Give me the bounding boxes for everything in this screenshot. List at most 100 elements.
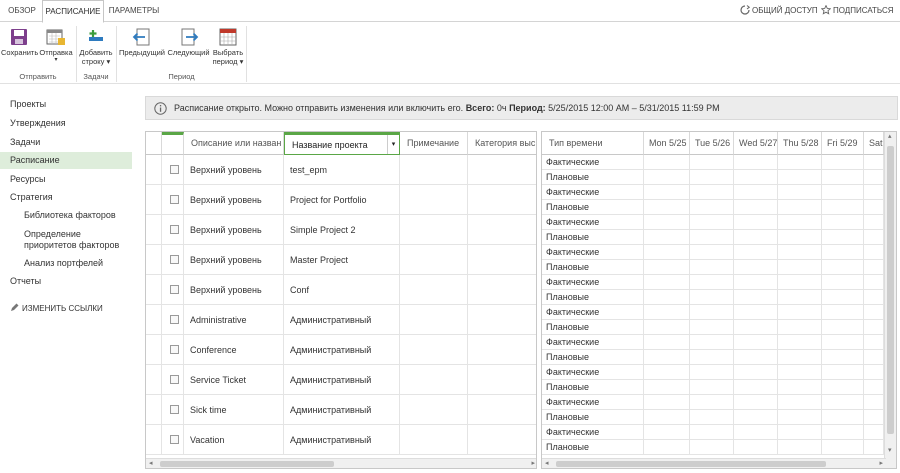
follow-button[interactable]: ПОДПИСАТЬСЯ: [820, 0, 894, 22]
hours-cell[interactable]: [822, 275, 864, 290]
header-category[interactable]: Категория выс: [468, 132, 536, 155]
hours-cell[interactable]: [822, 215, 864, 230]
hours-cell[interactable]: [864, 395, 884, 410]
hours-cell[interactable]: [734, 350, 778, 365]
row-checkbox-cell[interactable]: [162, 335, 184, 365]
row-spacer-cell[interactable]: [146, 395, 162, 425]
category-cell[interactable]: [468, 215, 536, 245]
scroll-thumb[interactable]: [160, 461, 334, 467]
hours-cell[interactable]: [864, 155, 884, 170]
hours-cell[interactable]: [778, 260, 822, 275]
category-cell[interactable]: [468, 395, 536, 425]
table-row[interactable]: Верхний уровень Conf: [146, 275, 536, 305]
hours-cell[interactable]: [822, 155, 864, 170]
hours-cell[interactable]: [644, 440, 690, 455]
note-cell[interactable]: [400, 395, 468, 425]
hours-cell[interactable]: [644, 185, 690, 200]
row-checkbox-cell[interactable]: [162, 425, 184, 455]
scroll-left-icon[interactable]: ◂: [545, 459, 549, 468]
nav-resources[interactable]: Ресурсы: [0, 171, 132, 188]
hours-cell[interactable]: [690, 425, 734, 440]
hours-cell[interactable]: [644, 350, 690, 365]
nav-portfolio-analysis[interactable]: Анализ портфелей: [0, 255, 132, 272]
hours-cell[interactable]: [822, 245, 864, 260]
hours-cell[interactable]: [690, 320, 734, 335]
hours-cell[interactable]: [690, 440, 734, 455]
hours-cell[interactable]: [690, 155, 734, 170]
row-checkbox[interactable]: [170, 225, 179, 234]
row-checkbox[interactable]: [170, 165, 179, 174]
hours-cell[interactable]: [734, 275, 778, 290]
nav-reports[interactable]: Отчеты: [0, 273, 132, 290]
hours-cell[interactable]: [822, 365, 864, 380]
hours-cell[interactable]: [778, 425, 822, 440]
hours-cell[interactable]: [778, 155, 822, 170]
note-cell[interactable]: [400, 305, 468, 335]
table-row[interactable]: Плановые: [542, 290, 886, 305]
hours-cell[interactable]: [864, 440, 884, 455]
hours-cell[interactable]: [778, 365, 822, 380]
hours-cell[interactable]: [864, 365, 884, 380]
hours-cell[interactable]: [734, 200, 778, 215]
hours-cell[interactable]: [734, 260, 778, 275]
hours-cell[interactable]: [734, 185, 778, 200]
row-checkbox-cell[interactable]: [162, 395, 184, 425]
hours-cell[interactable]: [644, 320, 690, 335]
hours-cell[interactable]: [644, 245, 690, 260]
header-description[interactable]: Описание или назван: [184, 132, 284, 155]
vertical-scrollbar[interactable]: ▴ ▾: [884, 132, 896, 468]
hours-cell[interactable]: [690, 365, 734, 380]
hours-cell[interactable]: [734, 395, 778, 410]
row-checkbox-cell[interactable]: [162, 275, 184, 305]
scroll-up-icon[interactable]: ▴: [888, 132, 892, 142]
table-row[interactable]: Фактические: [542, 395, 886, 410]
category-cell[interactable]: [468, 185, 536, 215]
category-cell[interactable]: [468, 305, 536, 335]
hours-cell[interactable]: [864, 410, 884, 425]
hours-cell[interactable]: [690, 245, 734, 260]
hours-cell[interactable]: [644, 200, 690, 215]
table-row[interactable]: Фактические: [542, 185, 886, 200]
horizontal-scrollbar[interactable]: ◂ ▸: [146, 458, 536, 468]
add-row-button[interactable]: Добавить строку ▾: [77, 28, 115, 66]
hours-cell[interactable]: [864, 170, 884, 185]
header-project[interactable]: Название проекта ▾: [284, 132, 400, 155]
hours-cell[interactable]: [690, 215, 734, 230]
hours-cell[interactable]: [822, 380, 864, 395]
hours-cell[interactable]: [734, 245, 778, 260]
table-row[interactable]: Фактические: [542, 365, 886, 380]
hours-cell[interactable]: [822, 395, 864, 410]
row-spacer-cell[interactable]: [146, 425, 162, 455]
row-checkbox[interactable]: [170, 255, 179, 264]
row-checkbox-cell[interactable]: [162, 215, 184, 245]
table-row[interactable]: Плановые: [542, 320, 886, 335]
edit-links-button[interactable]: ИЗМЕНИТЬ ССЫЛКИ: [0, 300, 132, 317]
tab-schedule[interactable]: РАСПИСАНИЕ: [42, 0, 104, 23]
note-cell[interactable]: [400, 245, 468, 275]
hours-cell[interactable]: [864, 245, 884, 260]
hours-cell[interactable]: [778, 200, 822, 215]
table-row[interactable]: Фактические: [542, 245, 886, 260]
hours-cell[interactable]: [644, 170, 690, 185]
table-row[interactable]: Sick time Административный: [146, 395, 536, 425]
table-row[interactable]: Плановые: [542, 410, 886, 425]
header-select-all[interactable]: [162, 132, 184, 155]
table-row[interactable]: Administrative Административный: [146, 305, 536, 335]
scroll-down-icon[interactable]: ▾: [888, 446, 892, 456]
hours-cell[interactable]: [734, 230, 778, 245]
row-checkbox[interactable]: [170, 405, 179, 414]
hours-cell[interactable]: [734, 305, 778, 320]
header-day[interactable]: Sat: [864, 132, 884, 155]
category-cell[interactable]: [468, 425, 536, 455]
header-day[interactable]: Tue 5/26: [690, 132, 734, 155]
hours-cell[interactable]: [864, 185, 884, 200]
hours-cell[interactable]: [778, 440, 822, 455]
table-row[interactable]: Верхний уровень Simple Project 2: [146, 215, 536, 245]
hours-cell[interactable]: [644, 230, 690, 245]
hours-cell[interactable]: [644, 380, 690, 395]
table-row[interactable]: Плановые: [542, 260, 886, 275]
hours-cell[interactable]: [778, 305, 822, 320]
hours-cell[interactable]: [690, 410, 734, 425]
hours-cell[interactable]: [822, 305, 864, 320]
hours-cell[interactable]: [690, 170, 734, 185]
